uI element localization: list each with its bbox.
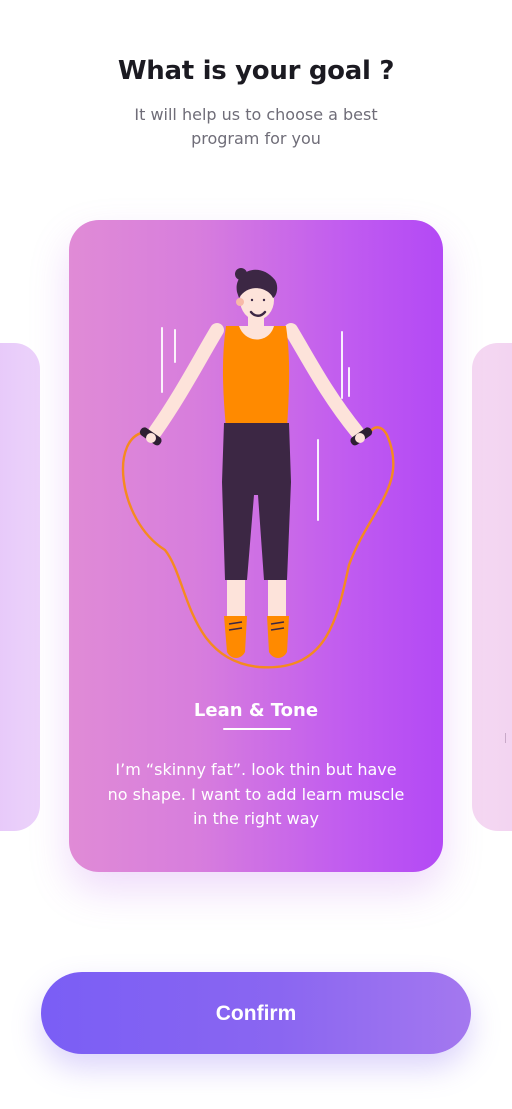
card-peek-mark [505, 733, 506, 743]
page-title: What is your goal ? [117, 56, 395, 86]
previous-goal-card[interactable] [0, 343, 40, 831]
tank-top [222, 326, 290, 428]
jump-rope-illustration [121, 268, 395, 669]
confirm-button[interactable]: Confirm [41, 972, 471, 1054]
goal-card-title-underline [223, 728, 291, 730]
next-goal-card[interactable] [472, 343, 512, 831]
goal-card-active[interactable]: Lean & Tone I’m “skinny fat”. look thin … [69, 220, 443, 872]
right-arm [284, 323, 364, 439]
pants [222, 423, 291, 580]
goal-card-description: I’m “skinny fat”. look thin but have no … [107, 760, 405, 828]
left-arm [148, 323, 224, 439]
goal-card-title: Lean & Tone [193, 700, 319, 721]
goal-selection-screen: What is your goal ? It will help us to c… [0, 0, 512, 1109]
page-subtitle: It will help us to choose a best program… [134, 105, 378, 148]
